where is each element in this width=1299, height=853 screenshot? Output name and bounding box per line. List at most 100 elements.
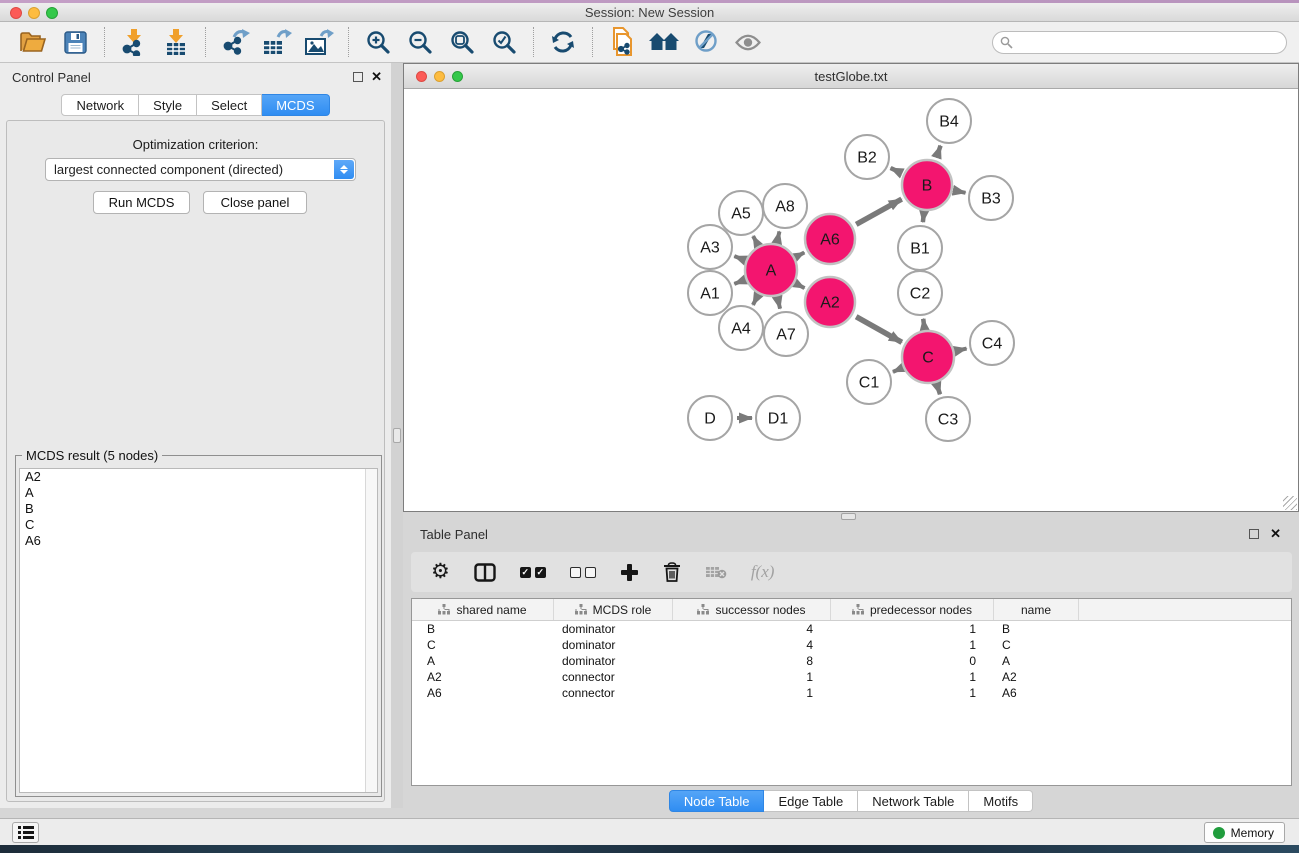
tab-node-table[interactable]: Node Table — [669, 790, 765, 812]
node-C3[interactable]: C3 — [926, 397, 970, 441]
table-cell[interactable]: 4 — [673, 621, 831, 637]
table-cell[interactable]: C — [994, 637, 1079, 653]
edge-B-B1[interactable] — [923, 215, 924, 222]
memory-button[interactable]: Memory — [1204, 822, 1285, 843]
table-cell[interactable]: 1 — [831, 669, 994, 685]
node-C[interactable]: C — [902, 331, 954, 383]
network-canvas[interactable]: B4B2BB3A8A5A6A3B1AC2A1A2A4A7C4CC1C3DD1 — [404, 89, 1298, 511]
table-cell[interactable]: A6 — [412, 685, 554, 701]
node-A[interactable]: A — [745, 244, 797, 296]
table-cell[interactable]: 8 — [673, 653, 831, 669]
result-scrollbar[interactable] — [365, 469, 377, 792]
edge-A6-B[interactable] — [856, 199, 901, 224]
node-A8[interactable]: A8 — [763, 184, 807, 228]
edge-A-A8[interactable] — [778, 231, 780, 239]
node-A2[interactable]: A2 — [805, 277, 855, 327]
network-window-titlebar[interactable]: testGlobe.txt — [404, 64, 1298, 89]
vertical-split-handle[interactable] — [393, 428, 401, 443]
table-cell[interactable]: connector — [554, 685, 673, 701]
edge-B-B4[interactable] — [937, 146, 941, 157]
horizontal-split-handle[interactable] — [841, 513, 856, 520]
table-cell[interactable]: A — [412, 653, 554, 669]
zoom-selected-button[interactable] — [486, 25, 522, 59]
edge-A-A4[interactable] — [753, 298, 757, 305]
node-B2[interactable]: B2 — [845, 135, 889, 179]
table-cell[interactable]: 1 — [831, 685, 994, 701]
save-session-button[interactable] — [57, 25, 93, 59]
column-header-shared-name[interactable]: shared name — [412, 599, 554, 620]
edge-A-A3[interactable] — [734, 256, 742, 259]
float-panel-icon[interactable] — [353, 72, 363, 82]
node-C2[interactable]: C2 — [898, 271, 942, 315]
mcds-result-list[interactable]: A2ABCA6 — [19, 468, 378, 793]
node-D[interactable]: D — [688, 396, 732, 440]
edge-A-A6[interactable] — [798, 252, 804, 255]
window-resize-grip[interactable] — [1283, 496, 1297, 510]
column-header-name[interactable]: name — [994, 599, 1079, 620]
tab-select[interactable]: Select — [197, 94, 262, 116]
table-row[interactable]: Adominator80A — [412, 653, 1291, 669]
table-cell[interactable]: A — [994, 653, 1079, 669]
table-settings-button[interactable]: ⚙ — [431, 562, 450, 582]
edge-A-A5[interactable] — [753, 236, 756, 243]
table-cell[interactable]: dominator — [554, 637, 673, 653]
task-history-button[interactable] — [12, 822, 39, 843]
tab-style[interactable]: Style — [139, 94, 197, 116]
edge-A2-C[interactable] — [856, 317, 902, 343]
table-cell[interactable]: B — [412, 621, 554, 637]
table-row[interactable]: A6connector11A6 — [412, 685, 1291, 701]
delete-column-button[interactable] — [663, 562, 681, 582]
column-header-predecessor-nodes[interactable]: predecessor nodes — [831, 599, 994, 620]
result-item[interactable]: A6 — [20, 533, 377, 549]
node-A7[interactable]: A7 — [764, 312, 808, 356]
float-panel-icon[interactable] — [1249, 529, 1259, 539]
split-column-button[interactable] — [474, 563, 496, 582]
edge-A-A1[interactable] — [734, 281, 742, 284]
close-panel-icon[interactable]: ✕ — [1270, 526, 1281, 542]
search-input[interactable] — [992, 31, 1287, 54]
column-header-MCDS-role[interactable]: MCDS role — [554, 599, 673, 620]
edge-B-B2[interactable] — [891, 168, 900, 172]
delete-table-button[interactable] — [705, 565, 727, 580]
result-item[interactable]: B — [20, 501, 377, 517]
home-button[interactable] — [646, 25, 682, 59]
add-column-button[interactable] — [620, 563, 639, 582]
table-cell[interactable]: 0 — [831, 653, 994, 669]
eye-button[interactable] — [730, 25, 766, 59]
edge-C-C3[interactable] — [938, 387, 941, 395]
criterion-dropdown[interactable]: largest connected component (directed) — [45, 158, 356, 181]
table-cell[interactable]: 1 — [831, 637, 994, 653]
node-A1[interactable]: A1 — [688, 271, 732, 315]
export-image-button[interactable] — [301, 25, 337, 59]
node-B1[interactable]: B1 — [898, 226, 942, 270]
result-item[interactable]: C — [20, 517, 377, 533]
table-cell[interactable]: 4 — [673, 637, 831, 653]
table-row[interactable]: Cdominator41C — [412, 637, 1291, 653]
table-cell[interactable]: C — [412, 637, 554, 653]
vertical-split-divider[interactable] — [391, 63, 403, 808]
tab-network-table[interactable]: Network Table — [858, 790, 969, 812]
table-row[interactable]: A2connector11A2 — [412, 669, 1291, 685]
export-network-button[interactable] — [217, 25, 253, 59]
zoom-in-button[interactable] — [360, 25, 396, 59]
node-A5[interactable]: A5 — [719, 191, 763, 235]
zoom-fit-button[interactable] — [444, 25, 480, 59]
function-builder-button[interactable]: f(x) — [751, 562, 775, 582]
hide-graphics-details-button[interactable] — [688, 25, 724, 59]
table-cell[interactable]: 1 — [673, 685, 831, 701]
import-table-button[interactable] — [158, 25, 194, 59]
tab-edge-table[interactable]: Edge Table — [764, 790, 858, 812]
edge-C-C1[interactable] — [893, 369, 900, 372]
table-cell[interactable]: dominator — [554, 621, 673, 637]
tab-mcds[interactable]: MCDS — [262, 94, 329, 116]
column-header-successor-nodes[interactable]: successor nodes — [673, 599, 831, 620]
node-table[interactable]: shared nameMCDS rolesuccessor nodesprede… — [411, 598, 1292, 786]
table-cell[interactable]: A2 — [412, 669, 554, 685]
tab-motifs[interactable]: Motifs — [969, 790, 1033, 812]
result-item[interactable]: A2 — [20, 469, 377, 485]
node-C4[interactable]: C4 — [970, 321, 1014, 365]
edge-B-B3[interactable] — [956, 191, 965, 193]
edge-C-C2[interactable] — [923, 319, 924, 326]
table-cell[interactable]: 1 — [831, 621, 994, 637]
table-cell[interactable]: A6 — [994, 685, 1079, 701]
